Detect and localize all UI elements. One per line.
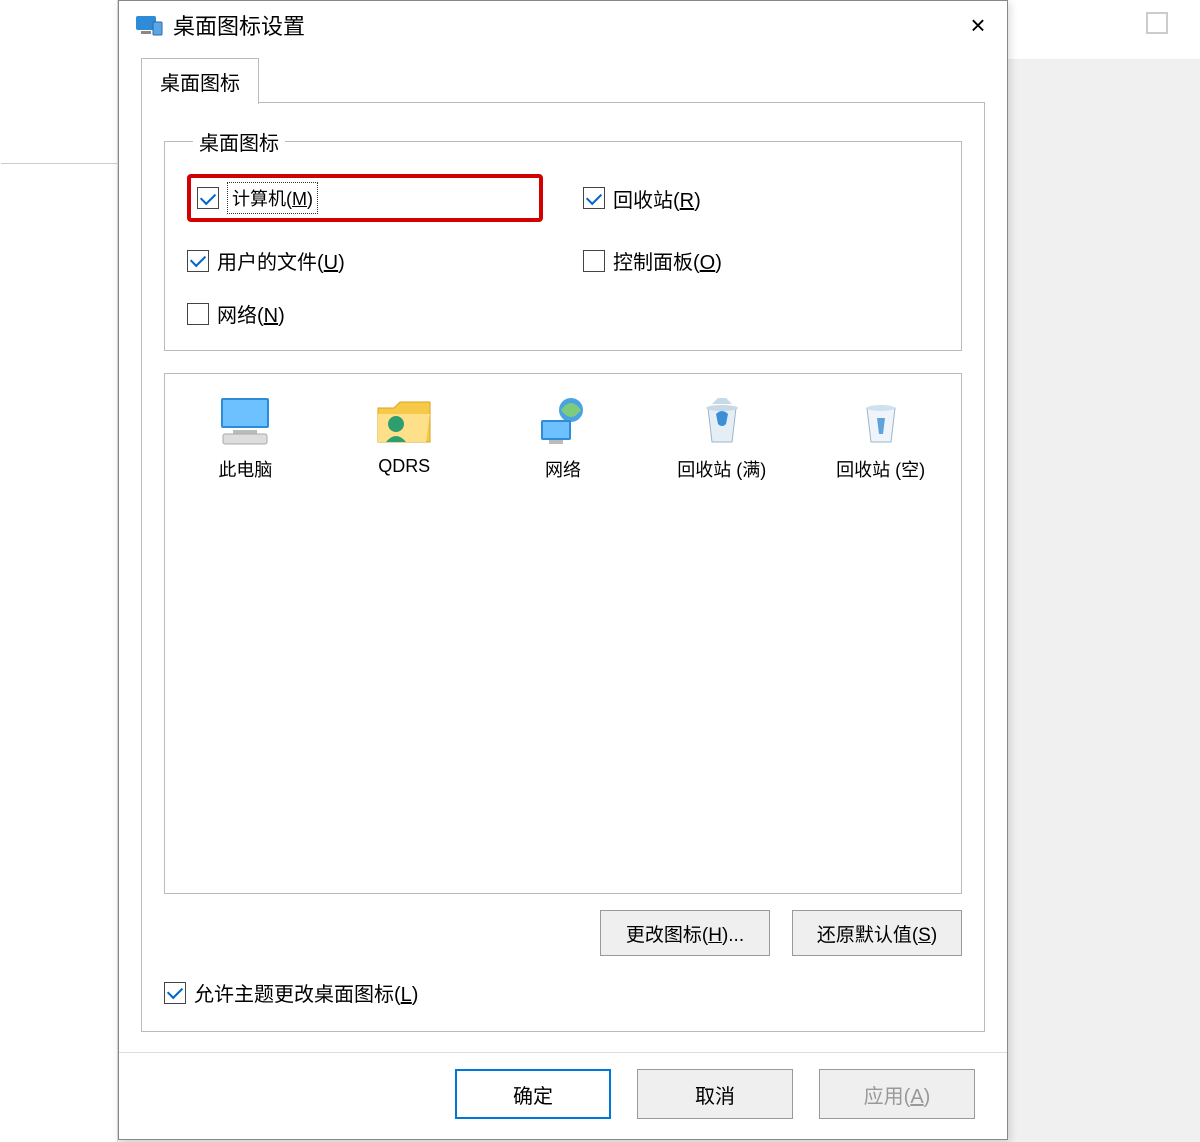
change-icon-button[interactable]: 更改图标(H)... [600, 910, 770, 956]
checkbox-userfiles-row: 用户的文件(U) [187, 246, 543, 275]
checkbox-userfiles[interactable] [187, 250, 209, 272]
thispc-icon [213, 394, 277, 448]
icon-label: 网络 [545, 456, 581, 482]
apply-button-label: 应用(A) [864, 1080, 931, 1109]
cancel-button[interactable]: 取消 [637, 1069, 793, 1119]
tab-label: 桌面图标 [160, 73, 240, 95]
close-button[interactable]: × [955, 6, 1001, 44]
dialog-title: 桌面图标设置 [173, 9, 955, 41]
icon-item-network[interactable]: 网络 [493, 388, 634, 488]
checkbox-computer-highlight: 计算机(M) [187, 174, 543, 222]
checkbox-controlpanel-row: 控制面板(O) [583, 246, 939, 275]
checkbox-allow-theme-label: 允许主题更改桌面图标(L) [194, 978, 418, 1007]
checkbox-recycle-label: 回收站(R) [613, 184, 701, 213]
tab-panel: 桌面图标 计算机(M) 回收站(R) 用户的文件(U) [141, 103, 985, 1032]
checkbox-network-row: 网络(N) [187, 299, 543, 328]
checkbox-computer-label-focus: 计算机(M) [227, 182, 318, 214]
icon-label: 回收站 (空) [836, 456, 925, 482]
recycle-full-icon [690, 394, 754, 448]
icon-label: 回收站 (满) [677, 456, 766, 482]
restore-defaults-button-label: 还原默认值(S) [817, 920, 937, 947]
background-left-panel [0, 0, 118, 1142]
icon-item-userfolder[interactable]: QDRS [334, 388, 475, 488]
cancel-button-label: 取消 [695, 1080, 735, 1109]
dialog-title-icon [135, 14, 163, 36]
change-icon-button-label: 更改图标(H)... [626, 920, 744, 947]
background-square-icon [1146, 12, 1168, 34]
group-legend: 桌面图标 [193, 127, 285, 156]
icon-label: 此电脑 [218, 456, 272, 482]
desktop-icon-settings-dialog: 桌面图标设置 × 桌面图标 桌面图标 计算机(M) [118, 0, 1008, 1140]
checkbox-userfiles-label: 用户的文件(U) [217, 246, 345, 275]
icon-item-thispc[interactable]: 此电脑 [175, 388, 316, 488]
checkbox-network[interactable] [187, 303, 209, 325]
dialog-footer: 确定 取消 应用(A) [119, 1052, 1007, 1139]
checkbox-allow-theme[interactable] [164, 982, 186, 1004]
checkbox-computer-label: 计算机(M) [232, 189, 313, 209]
icon-item-recycle-empty[interactable]: 回收站 (空) [810, 388, 951, 488]
restore-defaults-button[interactable]: 还原默认值(S) [792, 910, 962, 956]
icon-item-recycle-full[interactable]: 回收站 (满) [651, 388, 792, 488]
checkbox-controlpanel[interactable] [583, 250, 605, 272]
recycle-empty-icon [849, 394, 913, 448]
apply-button[interactable]: 应用(A) [819, 1069, 975, 1119]
desktop-icons-group: 桌面图标 计算机(M) 回收站(R) 用户的文件(U) [164, 127, 962, 351]
userfolder-icon [372, 394, 436, 448]
background-divider [1, 163, 117, 164]
titlebar: 桌面图标设置 × [119, 1, 1007, 49]
tab-desktop-icons[interactable]: 桌面图标 [141, 58, 259, 104]
icon-label: QDRS [378, 456, 430, 477]
checkbox-computer[interactable] [197, 187, 219, 209]
allow-theme-row: 允许主题更改桌面图标(L) [164, 978, 962, 1007]
ok-button[interactable]: 确定 [455, 1069, 611, 1119]
checkbox-controlpanel-label: 控制面板(O) [613, 246, 722, 275]
checkbox-recycle[interactable] [583, 187, 605, 209]
icon-preview-list[interactable]: 此电脑 QDRS [164, 373, 962, 894]
ok-button-label: 确定 [513, 1080, 553, 1109]
checkbox-network-label: 网络(N) [217, 299, 285, 328]
checkbox-recycle-row: 回收站(R) [583, 174, 939, 222]
close-icon: × [970, 10, 985, 41]
tab-strip: 桌面图标 [119, 49, 1007, 103]
icon-buttons-row: 更改图标(H)... 还原默认值(S) [164, 910, 962, 956]
network-icon [531, 394, 595, 448]
